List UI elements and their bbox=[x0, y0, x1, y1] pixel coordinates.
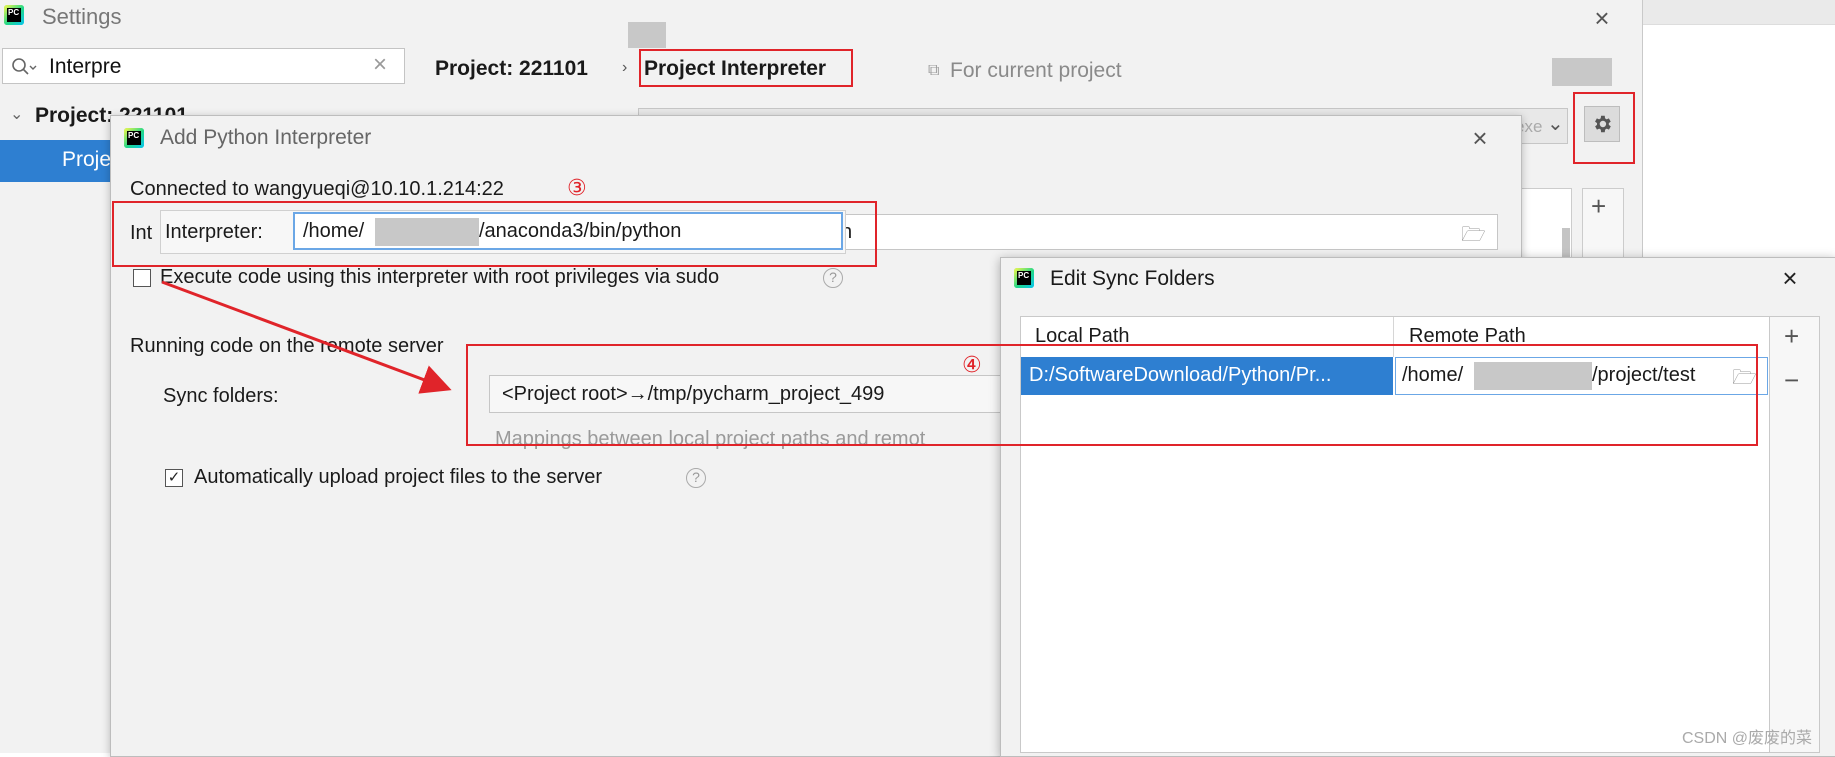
annotation-arrow bbox=[161, 280, 452, 394]
watermark: CSDN @废废的菜 bbox=[1682, 730, 1813, 747]
